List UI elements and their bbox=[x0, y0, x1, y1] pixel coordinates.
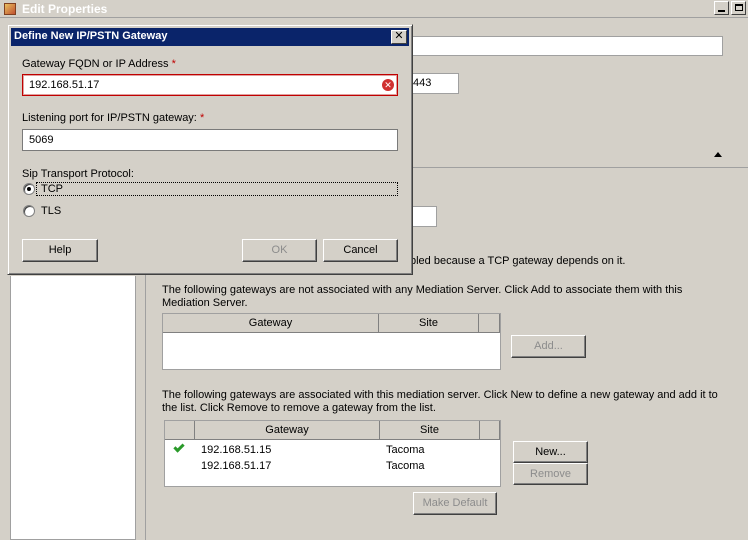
ok-button[interactable]: OK bbox=[242, 239, 317, 262]
tls-radio[interactable] bbox=[23, 205, 35, 217]
value-field[interactable] bbox=[412, 206, 437, 227]
error-icon: ✕ bbox=[382, 79, 394, 91]
unassociated-gateways-grid[interactable]: Gateway Site bbox=[162, 313, 501, 370]
column-header-blank bbox=[479, 314, 500, 333]
define-gateway-dialog: Define New IP/PSTN Gateway ✕ Gateway FQD… bbox=[7, 24, 413, 275]
remove-button[interactable]: Remove bbox=[513, 463, 588, 485]
port-field[interactable]: 443 bbox=[412, 73, 459, 94]
port-label: Listening port for IP/PSTN gateway: * bbox=[22, 112, 204, 124]
required-marker: * bbox=[199, 112, 205, 124]
column-header-blank bbox=[480, 421, 500, 440]
dependency-note: bled because a TCP gateway depends on it… bbox=[410, 255, 626, 267]
left-list-panel[interactable] bbox=[10, 276, 136, 540]
fqdn-value: 192.168.51.17 bbox=[29, 79, 100, 91]
minimize-icon bbox=[718, 10, 725, 12]
collapse-arrow-icon[interactable] bbox=[714, 152, 722, 157]
close-icon: ✕ bbox=[394, 30, 404, 42]
column-header-gateway[interactable]: Gateway bbox=[195, 421, 380, 440]
port-label-text: Listening port for IP/PSTN gateway: bbox=[22, 112, 197, 124]
column-header-site[interactable]: Site bbox=[380, 421, 480, 440]
associated-description: The following gateways are associated wi… bbox=[162, 389, 718, 414]
gateway-cell: 192.168.51.17 bbox=[201, 460, 272, 472]
fqdn-input[interactable]: 192.168.51.17 ✕ bbox=[22, 74, 398, 96]
tls-label: TLS bbox=[41, 205, 62, 217]
site-cell: Tacoma bbox=[386, 444, 425, 456]
protocol-tcp-option[interactable]: TCP bbox=[22, 182, 398, 197]
dialog-title: Define New IP/PSTN Gateway bbox=[14, 30, 168, 42]
column-header-default bbox=[165, 421, 195, 440]
port-value: 443 bbox=[413, 77, 432, 89]
window-title: Edit Properties bbox=[22, 2, 108, 16]
tcp-label: TCP bbox=[41, 183, 63, 195]
protocol-label: Sip Transport Protocol: bbox=[22, 168, 134, 180]
fqdn-label-text: Gateway FQDN or IP Address bbox=[22, 58, 169, 70]
new-button[interactable]: New... bbox=[513, 441, 588, 463]
focus-rectangle bbox=[36, 182, 398, 196]
radio-selected-dot bbox=[27, 187, 31, 191]
name-field[interactable] bbox=[412, 36, 723, 56]
column-header-gateway[interactable]: Gateway bbox=[163, 314, 379, 333]
tcp-radio[interactable] bbox=[23, 183, 35, 195]
minimize-button[interactable] bbox=[714, 1, 729, 15]
required-marker: * bbox=[171, 58, 176, 70]
associated-gateways-grid[interactable]: Gateway Site 192.168.51.15 Tacoma 192.16… bbox=[164, 420, 501, 487]
vertical-divider bbox=[145, 270, 146, 540]
unassociated-description: The following gateways are not associate… bbox=[162, 284, 683, 309]
protocol-tls-option[interactable]: TLS bbox=[22, 204, 82, 219]
default-checkmark-icon bbox=[173, 441, 185, 453]
port-input-value: 5069 bbox=[29, 134, 54, 146]
table-row[interactable]: 192.168.51.15 Tacoma bbox=[165, 441, 500, 458]
section-divider bbox=[412, 167, 748, 168]
site-cell: Tacoma bbox=[386, 460, 425, 472]
gateway-cell: 192.168.51.15 bbox=[201, 444, 272, 456]
column-header-site[interactable]: Site bbox=[379, 314, 479, 333]
dialog-titlebar: Define New IP/PSTN Gateway ✕ bbox=[11, 28, 409, 46]
add-button[interactable]: Add... bbox=[511, 335, 586, 358]
table-row[interactable]: 192.168.51.17 Tacoma bbox=[165, 458, 500, 474]
app-icon bbox=[4, 3, 16, 15]
cancel-button[interactable]: Cancel bbox=[323, 239, 398, 262]
port-input[interactable]: 5069 bbox=[22, 129, 398, 151]
maximize-button[interactable] bbox=[731, 1, 746, 15]
close-button[interactable]: ✕ bbox=[391, 30, 407, 44]
fqdn-label: Gateway FQDN or IP Address * bbox=[22, 58, 176, 70]
help-button[interactable]: Help bbox=[22, 239, 98, 262]
make-default-button[interactable]: Make Default bbox=[413, 492, 497, 515]
window-titlebar: Edit Properties bbox=[0, 0, 748, 18]
maximize-icon bbox=[735, 4, 743, 11]
